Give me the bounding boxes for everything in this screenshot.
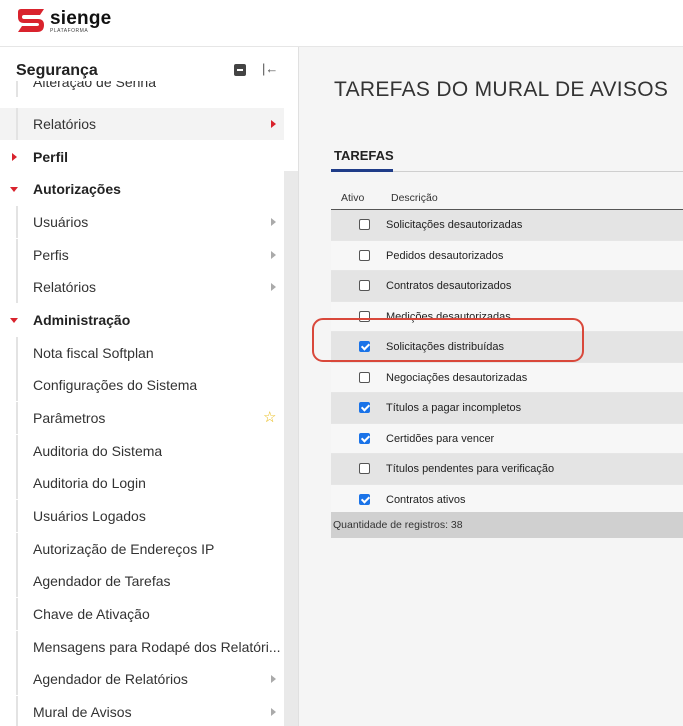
sidebar-item-label: Mural de Avisos [33,704,132,720]
highlight-annotation [312,318,584,362]
star-icon[interactable]: ☆ [263,408,276,426]
sidebar-item-perfis[interactable]: Perfis [0,239,284,271]
caret-down-icon [10,318,18,323]
sidebar-item-mensagens-rodape[interactable]: Mensagens para Rodapé dos Relatóri... [0,631,284,663]
table-row[interactable]: Pedidos desautorizados [331,240,683,271]
caret-down-icon [10,187,18,192]
sidebar-item-mural-avisos[interactable]: Mural de Avisos [0,696,284,726]
top-bar: sienge PLATAFORMA [0,0,683,47]
sidebar-item-autorizacao-ip[interactable]: Autorização de Endereços IP [0,533,284,565]
task-description: Certidões para vencer [386,432,495,445]
table-row[interactable]: Contratos ativos [331,484,683,512]
grid-footer: Quantidade de registros: 38 [331,512,683,538]
table-row[interactable]: Negociações desautorizadas [331,362,683,393]
chevron-right-icon [271,218,276,226]
column-header-descricao[interactable]: Descrição [391,192,438,204]
sidebar-item-label: Relatórios [33,279,97,295]
task-description: Solicitações desautorizadas [386,219,523,231]
chevron-right-icon [271,283,276,291]
sidebar-item-label: Auditoria do Login [33,475,146,491]
collapse-all-icon[interactable] [234,64,246,76]
sidebar-item-label: Administração [33,312,131,328]
sidebar-item-label: Mensagens para Rodapé dos Relatóri... [33,639,281,655]
sidebar-section-perfil[interactable]: Perfil [0,141,284,173]
table-row[interactable]: Títulos a pagar incompletos [331,393,683,424]
tab-active-indicator [331,169,393,172]
tasks-grid: Ativo Descrição Solicitações desautoriza… [331,187,683,538]
sidebar-item-label: Perfis [33,247,69,263]
tab-tarefas[interactable]: TAREFAS [334,148,394,163]
sidebar-item-configuracoes[interactable]: Configurações do Sistema [0,369,284,401]
sidebar-item-relatorios-autorizacoes[interactable]: Relatórios [0,271,284,303]
sidebar-item-auditoria-sistema[interactable]: Auditoria do Sistema [0,435,284,467]
caret-right-icon [12,153,17,161]
task-description: Títulos pendentes para verificação [386,463,555,475]
sidebar: Segurança |← Alteração de Senha Relatóri… [0,47,299,726]
sidebar-item-usuarios-logados[interactable]: Usuários Logados [0,500,284,532]
chevron-right-icon [271,675,276,683]
sidebar-item-chave-ativacao[interactable]: Chave de Ativação [0,598,284,630]
sidebar-item-nota-fiscal[interactable]: Nota fiscal Softplan [0,337,284,369]
chevron-right-icon [271,120,276,128]
ativo-checkbox[interactable] [359,493,370,505]
sidebar-item-agendador-relatorios[interactable]: Agendador de Relatórios [0,663,284,695]
record-count: Quantidade de registros: 38 [333,519,463,531]
sidebar-item-label: Perfil [33,149,69,165]
sidebar-item-parametros[interactable]: Parâmetros ☆ [0,402,284,434]
ativo-checkbox[interactable] [359,402,370,413]
chevron-right-icon [271,708,276,716]
sidebar-item-label: Usuários [33,214,89,230]
sidebar-item-label: Configurações do Sistema [33,377,198,393]
chevron-right-icon [271,251,276,259]
ativo-checkbox[interactable] [359,371,370,383]
sidebar-item-label: Agendador de Relatórios [33,671,188,687]
sidebar-item-label: Relatórios [33,116,97,132]
table-row[interactable]: Contratos desautorizados [331,271,683,302]
main-content: TAREFAS DO MURAL DE AVISOS TAREFAS Ativo… [299,47,683,726]
sidebar-item-label: Usuários Logados [33,508,146,524]
ativo-checkbox[interactable] [359,280,370,291]
sidebar-scrollbar[interactable] [284,171,298,726]
sidebar-item-label: Parâmetros [33,410,106,426]
sidebar-item-label: Auditoria do Sistema [33,443,163,459]
ativo-checkbox[interactable] [359,463,370,474]
collapse-sidebar-icon[interactable]: |← [262,61,278,76]
sienge-logo-icon [16,8,46,34]
task-description: Títulos a pagar incompletos [386,402,522,414]
sienge-logo[interactable]: sienge PLATAFORMA [16,8,111,34]
task-description: Negociações desautorizadas [386,371,528,384]
sidebar-item-auditoria-login[interactable]: Auditoria do Login [0,467,284,499]
sidebar-item-label: Alteração de Senha [33,81,156,90]
ativo-checkbox[interactable] [359,249,370,261]
table-row[interactable]: Certidões para vencer [331,423,683,454]
sidebar-item-label: Chave de Ativação [33,606,150,622]
sidebar-section-administracao[interactable]: Administração [0,304,284,336]
column-header-ativo[interactable]: Ativo [341,192,364,204]
sidebar-title: Segurança [16,62,98,79]
sidebar-item-agendador-tarefas[interactable]: Agendador de Tarefas [0,565,284,597]
task-description: Pedidos desautorizados [386,249,504,262]
sidebar-item-label: Autorizações [33,181,121,197]
brand-name: sienge [50,7,112,29]
sidebar-item-label: Nota fiscal Softplan [33,345,154,361]
table-row[interactable]: Títulos pendentes para verificação [331,454,683,485]
task-description: Contratos desautorizados [386,280,512,292]
grid-header: Ativo Descrição [331,187,683,210]
sidebar-item-label: Autorização de Endereços IP [33,541,215,557]
brand-subtitle: PLATAFORMA [50,27,89,34]
sidebar-item-label: Agendador de Tarefas [33,573,171,589]
sidebar-item-relatorios-senha[interactable]: Relatórios [0,108,284,140]
table-row[interactable]: Solicitações desautorizadas [331,210,683,241]
sidebar-item-usuarios[interactable]: Usuários [0,206,284,238]
page-title: TAREFAS DO MURAL DE AVISOS [334,78,669,101]
ativo-checkbox[interactable] [359,219,370,230]
task-description: Contratos ativos [386,493,466,506]
ativo-checkbox[interactable] [359,432,370,444]
sidebar-section-autorizacoes[interactable]: Autorizações [0,173,284,205]
sidebar-item-alteracao-senha[interactable]: Alteração de Senha [0,81,284,97]
